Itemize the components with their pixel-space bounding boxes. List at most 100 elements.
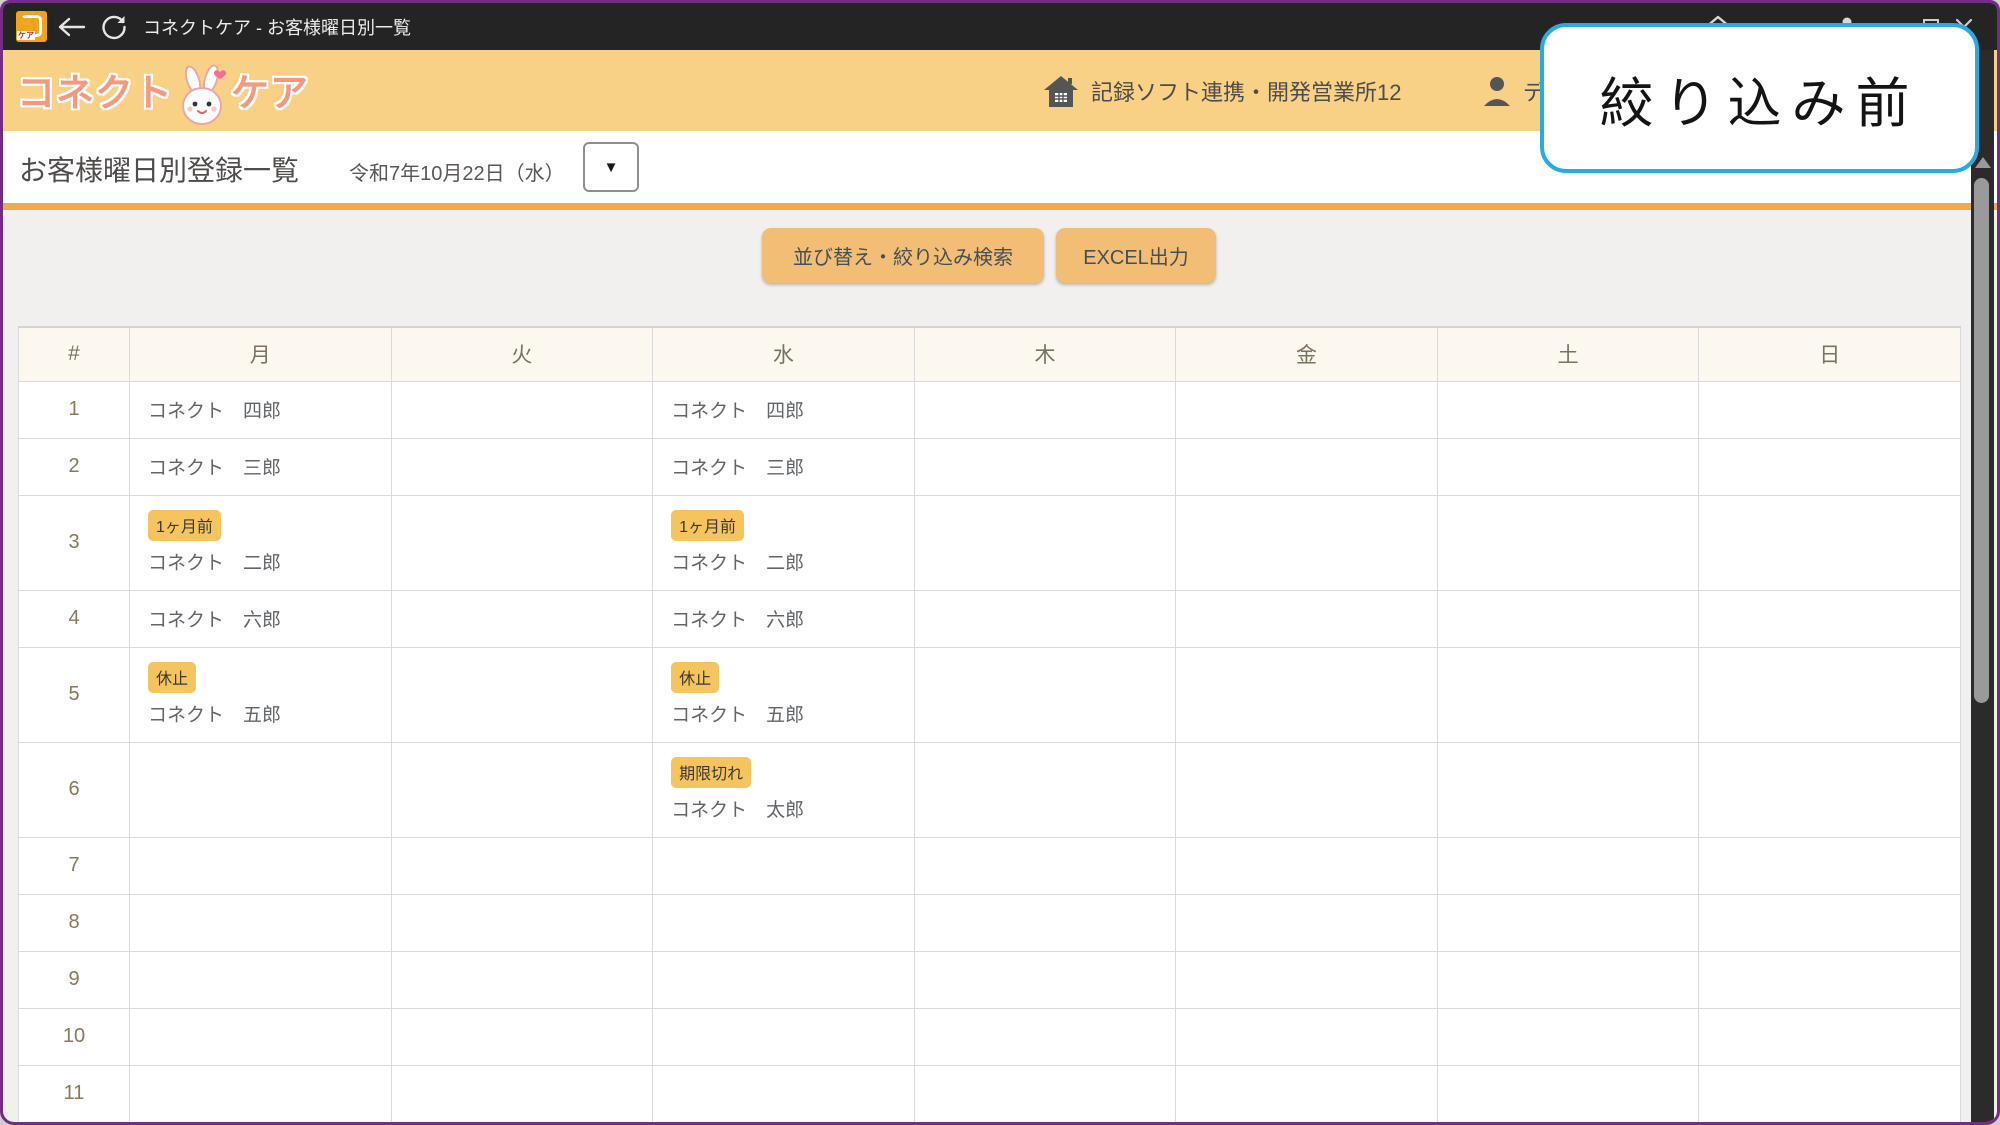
schedule-cell — [390, 646, 654, 743]
scroll-up-icon[interactable] — [1975, 157, 1991, 168]
vertical-scrollbar[interactable] — [1971, 50, 1994, 1122]
annotation-text: 絞り込み前 — [1599, 73, 1920, 134]
schedule-cell — [1436, 494, 1700, 591]
schedule-cell[interactable]: コネクト 六郎 — [129, 589, 392, 648]
schedule-cell[interactable]: コネクト 六郎 — [652, 589, 915, 648]
refresh-icon[interactable] — [97, 10, 131, 44]
schedule-cell — [652, 1064, 915, 1122]
accent-divider — [3, 203, 1997, 210]
schedule-cell — [1436, 589, 1700, 648]
schedule-cell — [390, 589, 654, 648]
customer-name: コネクト 六郎 — [148, 610, 282, 631]
column-header: 木 — [913, 326, 1177, 382]
schedule-cell — [913, 1007, 1177, 1066]
schedule-cell — [390, 437, 654, 496]
annotation-callout: 絞り込み前 — [1540, 23, 1979, 173]
customer-name: コネクト 二郎 — [148, 553, 282, 574]
schedule-cell — [390, 494, 654, 591]
customer-name: コネクト 太郎 — [671, 800, 805, 821]
row-number: 11 — [18, 1064, 130, 1122]
excel-export-button[interactable]: EXCEL出力 — [1056, 228, 1216, 283]
schedule-cell — [1698, 1064, 1961, 1122]
status-badge: 休止 — [671, 662, 720, 693]
customer-name: コネクト 四郎 — [671, 401, 805, 422]
schedule-cell — [390, 836, 654, 895]
date-dropdown-button[interactable]: ▼ — [583, 142, 639, 192]
schedule-cell[interactable]: 1ヶ月前 コネクト 二郎 — [652, 494, 915, 591]
table-row: 4 コネクト 六郎 コネクト 六郎 — [18, 589, 1961, 648]
schedule-cell — [390, 893, 654, 952]
schedule-cell — [913, 1064, 1177, 1122]
schedule-cell — [129, 836, 392, 895]
app-favicon-icon: ケア — [16, 11, 47, 42]
schedule-cell — [1698, 893, 1961, 952]
scrollbar-thumb[interactable] — [1974, 178, 1989, 703]
schedule-cell — [913, 437, 1177, 496]
home-icon — [1043, 74, 1079, 108]
schedule-cell — [1698, 836, 1961, 895]
table-row: 10 — [18, 1007, 1961, 1066]
app-window: ケア コネクトケア - お客様曜日別一覧 コネクト ケア 記録ソフト連携・開発営… — [0, 0, 2000, 1125]
table-row: 5 休止 コネクト 五郎 休止 コネクト 五郎 — [18, 646, 1961, 743]
schedule-cell[interactable]: コネクト 四郎 — [652, 380, 915, 439]
back-icon[interactable] — [55, 10, 89, 44]
status-badge: 1ヶ月前 — [148, 510, 221, 541]
schedule-cell — [1175, 380, 1438, 439]
table-row: 7 — [18, 836, 1961, 895]
schedule-cell — [1698, 589, 1961, 648]
schedule-cell — [1436, 950, 1700, 1009]
row-number: 9 — [18, 950, 130, 1009]
schedule-cell — [129, 1007, 392, 1066]
schedule-cell — [913, 950, 1177, 1009]
schedule-cell — [1175, 437, 1438, 496]
schedule-cell — [1436, 437, 1700, 496]
schedule-cell — [652, 950, 915, 1009]
schedule-cell[interactable]: コネクト 三郎 — [652, 437, 915, 496]
table-row: 9 — [18, 950, 1961, 1009]
schedule-cell — [1175, 950, 1438, 1009]
schedule-cell — [1175, 589, 1438, 648]
logo-text-1: コネクト — [17, 73, 174, 115]
schedule-cell — [1436, 380, 1700, 439]
customer-name: コネクト 三郎 — [148, 458, 282, 479]
row-number: 4 — [18, 589, 130, 648]
status-badge: 休止 — [148, 662, 197, 693]
row-number: 7 — [18, 836, 130, 895]
column-header: 金 — [1175, 326, 1438, 382]
schedule-cell[interactable]: 1ヶ月前コネクト 二郎 — [129, 494, 392, 591]
table-row: 11 — [18, 1064, 1961, 1122]
schedule-cell — [1175, 494, 1438, 591]
schedule-cell — [652, 893, 915, 952]
row-number: 2 — [18, 437, 130, 496]
schedule-cell[interactable]: コネクト 四郎 — [129, 380, 392, 439]
user-icon — [1481, 74, 1513, 108]
favicon-label: ケア — [17, 31, 35, 40]
schedule-cell — [1175, 1007, 1438, 1066]
schedule-cell — [1436, 893, 1700, 952]
schedule-cell — [1175, 836, 1438, 895]
sort-filter-search-button[interactable]: 並び替え・絞り込み検索 — [762, 228, 1044, 283]
customer-name: コネクト 六郎 — [671, 610, 805, 631]
schedule-cell — [129, 1064, 392, 1122]
column-header: 日 — [1698, 326, 1961, 382]
schedule-cell[interactable]: 休止 コネクト 五郎 — [129, 646, 392, 743]
schedule-cell[interactable]: コネクト 三郎 — [129, 437, 392, 496]
schedule-cell — [913, 893, 1177, 952]
row-number: 6 — [18, 741, 130, 838]
schedule-cell — [913, 380, 1177, 439]
row-number: 10 — [18, 1007, 130, 1066]
schedule-cell — [390, 950, 654, 1009]
schedule-cell — [390, 1007, 654, 1066]
schedule-cell[interactable]: 期限切れ コネクト 太郎 — [652, 741, 915, 838]
schedule-table: # 月火水木金土日 1 コネクト 四郎 コネクト 四郎 2 コネクト 三郎 コネクト 三郎 3… — [18, 326, 1961, 1122]
schedule-cell — [652, 1007, 915, 1066]
schedule-cell — [1698, 1007, 1961, 1066]
schedule-cell — [1698, 741, 1961, 838]
schedule-cell — [1436, 1007, 1700, 1066]
schedule-cell — [390, 741, 654, 838]
app-logo: コネクト ケア — [17, 58, 309, 125]
mascot-rabbit-icon — [171, 64, 233, 130]
row-number: 8 — [18, 893, 130, 952]
customer-name: コネクト 五郎 — [671, 705, 805, 726]
schedule-cell[interactable]: 休止 コネクト 五郎 — [652, 646, 915, 743]
